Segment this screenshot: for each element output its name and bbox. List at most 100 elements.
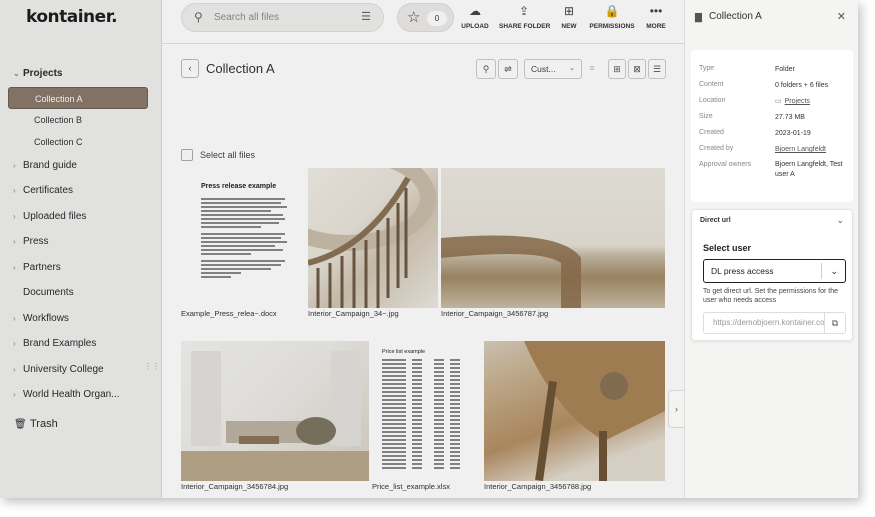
cell-line bbox=[450, 427, 460, 429]
sidebar-item-university-college[interactable]: › University College ⋮⋮ bbox=[0, 357, 162, 383]
chevron-right-icon: › bbox=[13, 339, 16, 348]
list-view-button[interactable]: ☰ bbox=[648, 59, 666, 79]
location-value[interactable]: Projects bbox=[785, 98, 810, 105]
text-line bbox=[201, 214, 283, 216]
sidebar-item-brand-examples[interactable]: › Brand Examples bbox=[0, 331, 162, 357]
search-folder-button[interactable]: ⚲ bbox=[476, 59, 496, 79]
grid-small-icon: ⊠ bbox=[633, 64, 641, 74]
expand-panel-button[interactable]: › bbox=[668, 390, 684, 428]
folder-icon: ▭ bbox=[775, 98, 782, 105]
file-thumbnail-image[interactable] bbox=[484, 341, 665, 481]
file-name[interactable]: Interior_Campaign_34~.jpg bbox=[308, 309, 399, 318]
cell-line bbox=[450, 463, 460, 465]
sidebar-item-certificates[interactable]: › Certificates bbox=[0, 178, 162, 204]
chevron-down-icon: ⌄ bbox=[569, 65, 575, 72]
sidebar-item-brand-guide[interactable]: › Brand guide bbox=[0, 153, 162, 179]
cell-line bbox=[382, 463, 406, 465]
close-icon[interactable]: ✕ bbox=[837, 10, 846, 23]
cell-line bbox=[450, 395, 460, 397]
share-folder-button[interactable]: ⇪ SHARE FOLDER bbox=[499, 2, 551, 30]
file-thumbnail-docx[interactable]: Press release example bbox=[181, 168, 305, 308]
info-value: 2023-01-19 bbox=[775, 130, 811, 137]
text-line bbox=[201, 268, 271, 270]
file-name[interactable]: Interior_Campaign_3456784.jpg bbox=[181, 482, 288, 491]
sidebar-item-collection-b[interactable]: Collection B bbox=[0, 109, 162, 131]
file-thumbnail-image[interactable] bbox=[308, 168, 438, 308]
search-icon: ⚲ bbox=[482, 64, 490, 74]
sidebar-item-projects[interactable]: ⌄ Projects bbox=[0, 61, 162, 87]
file-thumbnail-image[interactable] bbox=[181, 341, 369, 481]
grid-large-view-button[interactable]: ⊞ bbox=[608, 59, 626, 79]
cell-line bbox=[412, 439, 422, 441]
kontainer-logo[interactable]: kontainer. bbox=[26, 7, 118, 27]
file-name[interactable]: Price_list_example.xlsx bbox=[372, 482, 450, 491]
user-select[interactable]: DL press access ⌄ bbox=[703, 259, 846, 283]
file-thumbnail-xlsx[interactable]: Price list example bbox=[372, 341, 467, 481]
list-icon: ☰ bbox=[652, 64, 662, 74]
cell-line bbox=[434, 431, 444, 433]
file-name[interactable]: Example_Press_relea~.docx bbox=[181, 309, 277, 318]
cell-line bbox=[382, 431, 406, 433]
file-thumbnail-image[interactable] bbox=[441, 168, 665, 308]
cell-line bbox=[434, 403, 444, 405]
direct-url-field[interactable]: https://demobjoern.kontainer.com ⧉ bbox=[703, 312, 846, 334]
cell-line bbox=[412, 415, 422, 417]
chevron-down-icon[interactable]: ⌄ bbox=[836, 215, 844, 226]
sort-direction-button[interactable]: ≡ bbox=[585, 59, 599, 79]
sidebar-item-partners[interactable]: › Partners bbox=[0, 255, 162, 281]
cell-line bbox=[412, 419, 422, 421]
share-folder-label: SHARE FOLDER bbox=[499, 23, 551, 30]
sidebar-item-documents[interactable]: Documents bbox=[0, 280, 162, 306]
stool-photo bbox=[524, 341, 665, 481]
sidebar-item-collection-a[interactable]: Collection A bbox=[8, 86, 148, 109]
cell-line bbox=[434, 455, 444, 457]
cell-line bbox=[412, 467, 422, 469]
info-value: 27.73 MB bbox=[775, 114, 805, 121]
new-button[interactable]: ⊞ NEW bbox=[559, 2, 579, 30]
favorites-button[interactable]: ☆ 0 bbox=[397, 3, 454, 32]
cell-line bbox=[434, 435, 444, 437]
star-icon: ☆ bbox=[407, 9, 421, 26]
text-line bbox=[201, 198, 285, 200]
sidebar-item-trash[interactable]: 🗑 Trash bbox=[14, 418, 58, 430]
search-input[interactable]: ⚲ Search all files ☰ bbox=[181, 3, 384, 32]
cell-line bbox=[412, 375, 422, 377]
creator-link[interactable]: Bjoern Langfeldt bbox=[775, 145, 847, 155]
sidebar-item-world-health[interactable]: › World Health Organ... bbox=[0, 382, 162, 408]
more-button[interactable]: ••• MORE bbox=[644, 2, 668, 30]
cell-line bbox=[412, 371, 422, 373]
text-line bbox=[201, 276, 231, 278]
cell-line bbox=[412, 407, 422, 409]
cell-line bbox=[450, 363, 460, 365]
permissions-button[interactable]: 🔒 PERMISSIONS bbox=[589, 2, 635, 30]
sidebar-item-collection-c[interactable]: Collection C bbox=[0, 131, 162, 153]
info-key: Created bbox=[699, 129, 724, 136]
grid-small-view-button[interactable]: ⊠ bbox=[628, 59, 646, 79]
location-link[interactable]: ▭ Projects bbox=[775, 97, 847, 107]
copy-icon[interactable]: ⧉ bbox=[824, 313, 845, 333]
filter-button[interactable]: ⇌ bbox=[498, 59, 518, 79]
filter-icon[interactable]: ☰ bbox=[361, 10, 371, 23]
cell-line bbox=[412, 423, 422, 425]
more-label: MORE bbox=[646, 23, 666, 30]
cell-line bbox=[412, 451, 422, 453]
text-line bbox=[201, 260, 285, 262]
cell-line bbox=[450, 367, 460, 369]
text-line bbox=[201, 249, 283, 251]
drag-handle-icon[interactable]: ⋮⋮ bbox=[144, 362, 160, 370]
back-button[interactable]: ‹ bbox=[181, 59, 199, 78]
upload-button[interactable]: ☁ UPLOAD bbox=[461, 2, 489, 30]
checkbox[interactable] bbox=[181, 149, 193, 161]
sidebar-item-workflows[interactable]: › Workflows bbox=[0, 306, 162, 332]
text-line bbox=[201, 202, 281, 204]
cell-line bbox=[412, 359, 422, 361]
sidebar-item-uploaded-files[interactable]: › Uploaded files bbox=[0, 204, 162, 230]
cell-line bbox=[450, 403, 460, 405]
sort-select[interactable]: Cust... ⌄ bbox=[524, 59, 582, 79]
file-name[interactable]: Interior_Campaign_3456788.jpg bbox=[484, 482, 591, 491]
cell-line bbox=[412, 463, 422, 465]
file-name[interactable]: Interior_Campaign_3456787.jpg bbox=[441, 309, 548, 318]
sidebar-item-press[interactable]: › Press bbox=[0, 229, 162, 255]
select-all-checkbox[interactable]: Select all files bbox=[181, 149, 255, 161]
cell-line bbox=[382, 403, 406, 405]
